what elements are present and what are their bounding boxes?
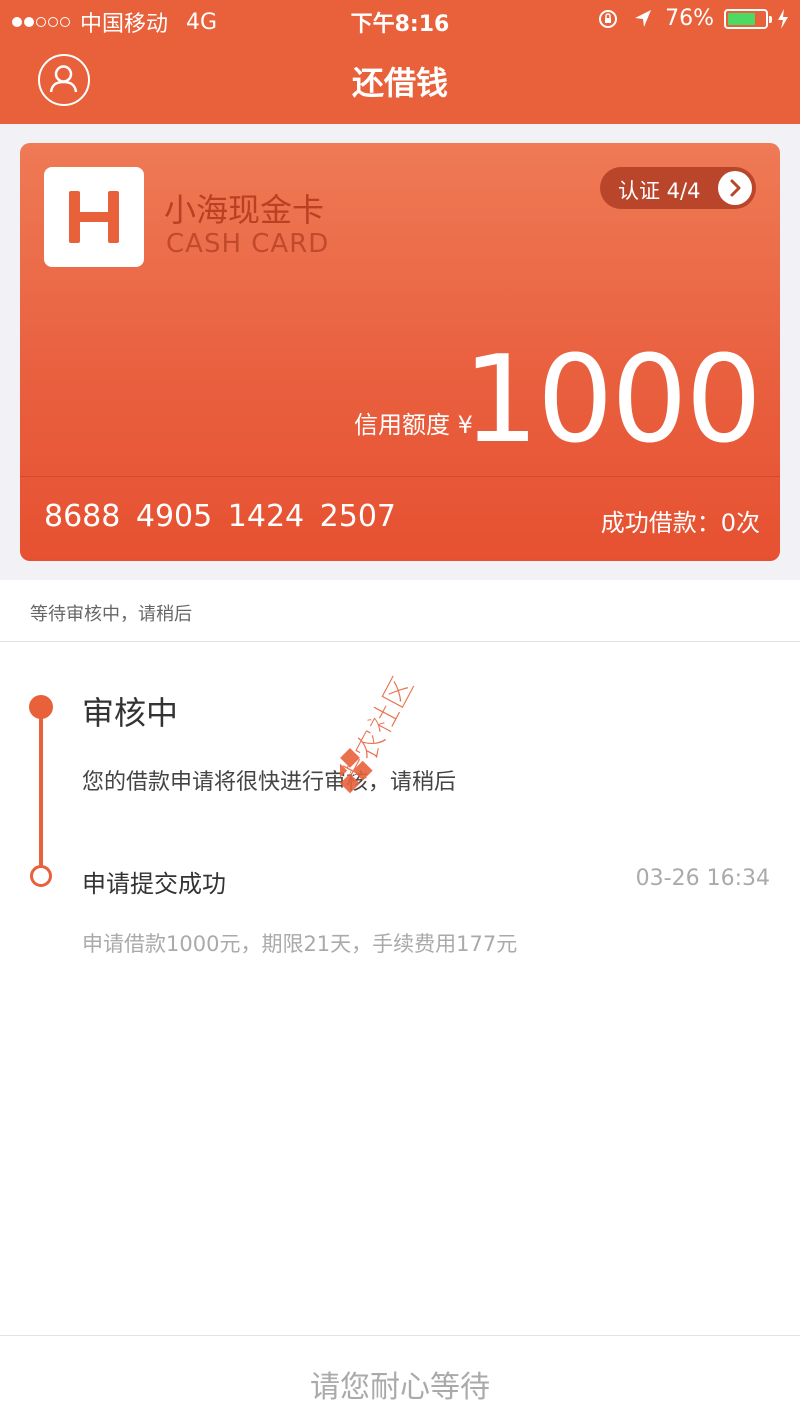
please-wait-label: 请您耐心等待 [310, 1370, 490, 1405]
timeline-line [39, 707, 43, 875]
h-logo-icon [69, 191, 119, 243]
status-notice-text: 等待审核中，请稍后 [30, 604, 192, 625]
page-title: 还借钱 [351, 64, 448, 102]
timeline-done-dot [30, 865, 52, 887]
battery-fill [728, 12, 756, 25]
chevron-right-icon [718, 171, 752, 205]
bottom-bar: 请您耐心等待 [0, 1335, 800, 1423]
status-notice: 等待审核中，请稍后 [0, 580, 800, 642]
charging-bolt-icon [778, 8, 788, 29]
step-submitted-desc: 申请借款1000元，期限21天，手续费用177元 [82, 932, 518, 956]
verify-label: 认证 4/4 [618, 179, 701, 203]
card-subtitle: CASH CARD [166, 229, 330, 259]
status-bar: 中国移动 4G 下午8:16 76% [0, 0, 800, 40]
verify-button[interactable]: 认证 4/4 [600, 167, 756, 209]
step-submitted-title: 申请提交成功 [82, 870, 226, 898]
credit-limit-label: 信用额度 ¥ [354, 411, 473, 439]
watermark-text: 卡农社区 [340, 671, 421, 793]
card-name: 小海现金卡 [164, 191, 325, 229]
card-number: 8688 4905 1424 2507 [44, 499, 396, 534]
top-bar: 中国移动 4G 下午8:16 76% 还借钱 [0, 0, 800, 124]
success-loan-count: 成功借款：0次 [600, 509, 760, 537]
watermark-logo: 卡农社区 [340, 671, 422, 794]
orientation-lock-icon [599, 9, 618, 28]
timeline-current-dot [29, 695, 53, 719]
battery-icon [724, 8, 772, 29]
cash-card: 小海现金卡 CASH CARD 认证 4/4 信用额度 ¥ 1000 8688 … [20, 143, 780, 561]
step-submitted-time: 03-26 16:34 [635, 866, 770, 891]
card-logo [44, 167, 144, 267]
credit-limit-value: 1000 [462, 331, 762, 470]
card-divider [20, 476, 780, 477]
step-reviewing-title: 审核中 [82, 694, 179, 732]
status-right: 76% [597, 6, 790, 31]
battery-percent: 76% [665, 6, 714, 31]
location-arrow-icon [635, 9, 652, 27]
